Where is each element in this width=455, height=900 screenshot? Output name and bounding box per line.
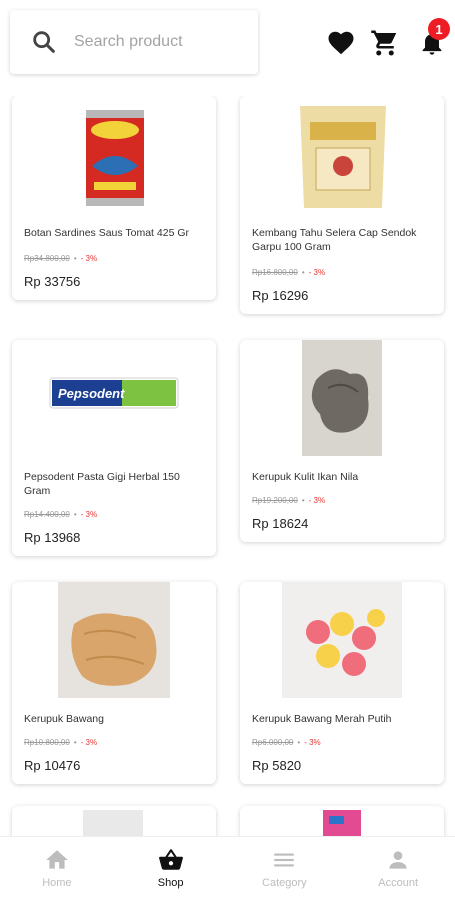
product-image-sardine-can [86, 110, 144, 206]
cart-button[interactable] [370, 28, 400, 58]
nav-home[interactable]: Home [0, 837, 114, 900]
product-price: Rp 5820 [252, 758, 302, 773]
discount-label: - 3% [80, 510, 98, 519]
discount-value: 3% [309, 738, 321, 747]
bottom-navigation: Home Shop Category Account [0, 836, 455, 900]
discount-label: - 3% [80, 738, 98, 747]
separator-dot: • [297, 738, 301, 747]
cart-icon [371, 30, 397, 56]
product-price: Rp 33756 [24, 274, 81, 289]
nav-shop[interactable]: Shop [114, 837, 228, 900]
nav-category-label: Category [262, 877, 307, 889]
discount-value: 3% [313, 496, 326, 505]
product-card[interactable]: Pepsodent Pepsodent Pasta Gigi Herbal 15… [12, 340, 216, 556]
product-name: Botan Sardines Saus Tomat 425 Gr [24, 227, 189, 239]
old-price: Rp34.800,00 [24, 254, 70, 263]
nav-account[interactable]: Account [341, 837, 455, 900]
price-discount-row: Rp14.400,00 • - 3% [24, 510, 97, 519]
product-name: Kerupuk Kulit Ikan Nila [252, 471, 359, 483]
separator-dot: • [301, 496, 305, 505]
old-price: Rp6.000,00 [252, 738, 294, 747]
discount-value: 3% [313, 268, 326, 277]
product-price: Rp 16296 [252, 288, 309, 303]
menu-icon [274, 853, 295, 867]
account-icon [389, 851, 407, 869]
product-card[interactable]: Kerupuk Bawang Rp10.800,00 • - 3% Rp 104… [12, 582, 216, 784]
home-icon [46, 850, 68, 869]
product-card[interactable]: Botan Sardines Saus Tomat 425 Gr Rp34.80… [12, 96, 216, 300]
price-discount-row: Rp19.200,00 • - 3% [252, 496, 325, 505]
product-card-partial[interactable] [12, 806, 216, 836]
nav-home-label: Home [42, 877, 72, 889]
product-image-toothpaste: Pepsodent [49, 377, 179, 409]
search-input[interactable] [74, 33, 244, 51]
old-price: Rp14.400,00 [24, 510, 70, 519]
separator-dot: • [301, 268, 305, 277]
discount-value: 3% [85, 738, 98, 747]
basket-icon [158, 849, 183, 870]
old-price: Rp10.800,00 [24, 738, 70, 747]
product-image-red-white-crackers [282, 582, 402, 698]
old-price: Rp16.800,00 [252, 268, 298, 277]
nav-shop-label: Shop [157, 877, 184, 889]
product-image-onion-crackers [58, 582, 170, 698]
product-price: Rp 10476 [24, 758, 81, 773]
svg-text:Pepsodent: Pepsodent [58, 386, 125, 401]
product-image [83, 810, 143, 836]
heart-icon [328, 31, 354, 55]
separator-dot: • [73, 510, 77, 519]
product-name: Pepsodent Pasta Gigi Herbal 150 Gram [24, 471, 180, 497]
separator-dot: • [73, 254, 77, 263]
product-grid: Botan Sardines Saus Tomat 425 Gr Rp34.80… [0, 96, 455, 836]
nav-category[interactable]: Category [228, 837, 342, 900]
discount-label: - 3% [308, 496, 326, 505]
product-card-partial[interactable] [240, 806, 444, 836]
discount-label: - 3% [308, 268, 326, 277]
price-discount-row: Rp6.000,00 • - 3% [252, 738, 321, 747]
discount-label: - 3% [304, 738, 321, 747]
old-price: Rp19.200,00 [252, 496, 298, 505]
product-name: Kembang Tahu Selera Cap Sendok Garpu 100… [252, 227, 417, 253]
discount-label: - 3% [80, 254, 98, 263]
search-icon [33, 31, 55, 53]
separator-dot: • [73, 738, 77, 747]
product-name: Kerupuk Bawang [24, 713, 104, 725]
product-card[interactable]: Kembang Tahu Selera Cap Sendok Garpu 100… [240, 96, 444, 314]
search-bar[interactable] [10, 10, 258, 74]
price-discount-row: Rp34.800,00 • - 3% [24, 254, 97, 263]
price-discount-row: Rp16.800,00 • - 3% [252, 268, 325, 277]
product-price: Rp 18624 [252, 516, 309, 531]
product-card[interactable]: Kerupuk Kulit Ikan Nila Rp19.200,00 • - … [240, 340, 444, 542]
nav-account-label: Account [378, 877, 418, 889]
product-card[interactable]: Kerupuk Bawang Merah Putih Rp6.000,00 • … [240, 582, 444, 784]
notification-badge: 1 [428, 18, 450, 40]
product-image-fish-skin-crackers [302, 340, 382, 456]
app-header: 1 [0, 0, 455, 88]
price-discount-row: Rp10.800,00 • - 3% [24, 738, 97, 747]
discount-value: 3% [85, 254, 98, 263]
product-price: Rp 13968 [24, 530, 81, 545]
discount-value: 3% [85, 510, 98, 519]
wishlist-button[interactable] [326, 28, 356, 58]
product-image [323, 810, 361, 836]
product-name: Kerupuk Bawang Merah Putih [252, 713, 392, 725]
product-image-kembang-tahu [300, 106, 386, 208]
